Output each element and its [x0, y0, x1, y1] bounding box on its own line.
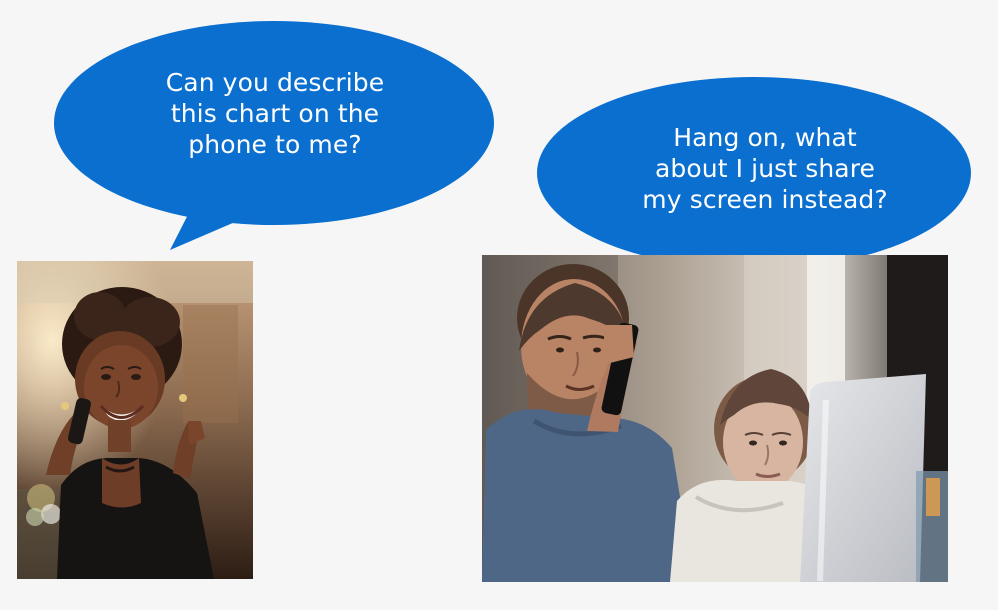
woman-photo-art	[17, 261, 253, 579]
left-bubble-text: Can you describe this chart on the phone…	[165, 68, 385, 159]
comic-scene: Can you describe this chart on the phone…	[0, 0, 998, 610]
couple-photo-art	[482, 255, 948, 582]
left-bubble-tail	[170, 199, 249, 250]
couple-on-phone-photo	[482, 255, 948, 582]
woman-on-phone-photo	[17, 261, 253, 579]
right-bubble-text: Hang on, what about I just share my scre…	[642, 123, 888, 214]
